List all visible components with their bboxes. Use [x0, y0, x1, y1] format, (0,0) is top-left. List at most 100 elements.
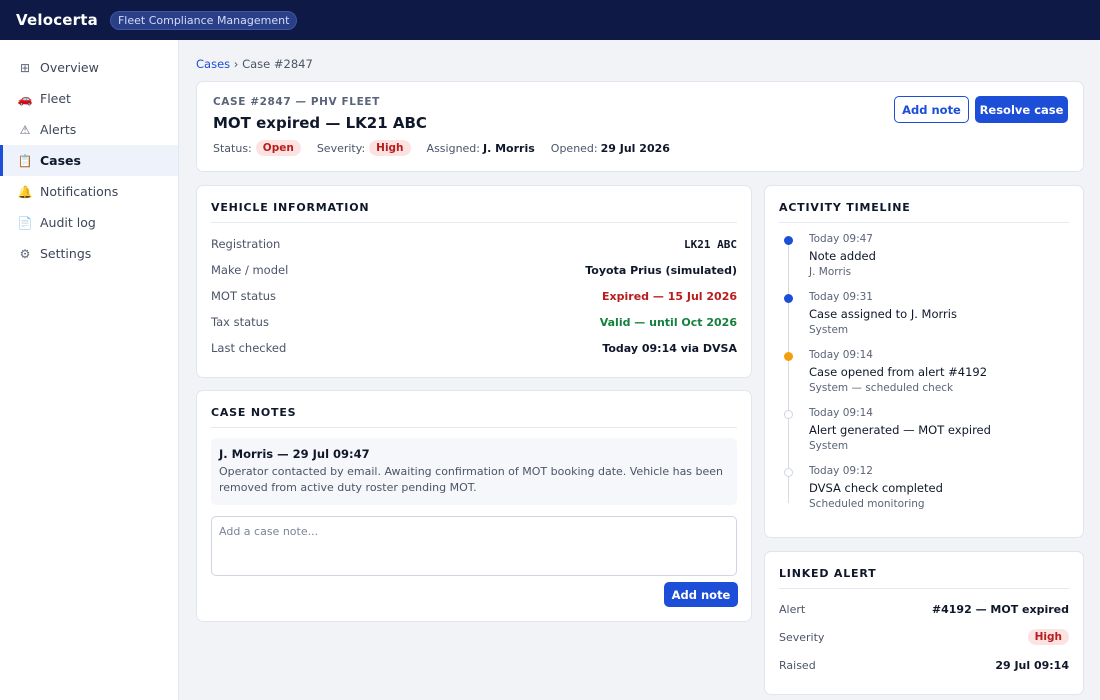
activity-timeline-title: ACTIVITY TIMELINE: [779, 201, 1069, 223]
vehicle-row-registration: Registration LK21 ABC: [211, 231, 737, 257]
timeline-dot-icon: [784, 352, 793, 361]
vehicle-row-label: Tax status: [211, 315, 269, 329]
linked-alert-row: Alert #4192 — MOT expired: [779, 595, 1069, 623]
timeline-dot-icon: [784, 468, 793, 477]
timeline-dot-icon: [784, 410, 793, 419]
timeline-title: Alert generated — MOT expired: [809, 423, 991, 437]
timeline-dot-icon: [784, 294, 793, 303]
timeline-dot-icon: [784, 236, 793, 245]
severity-label: Severity:: [316, 141, 366, 155]
car-icon: 🚗: [17, 91, 33, 106]
add-note-header-button[interactable]: Add note: [894, 96, 969, 123]
linked-raised-label: Raised: [779, 658, 816, 672]
bell-icon: 🔔: [17, 184, 33, 199]
sidebar-item-label: Settings: [40, 246, 92, 261]
gear-icon: ⚙: [19, 246, 31, 261]
sidebar-item-label: Fleet: [40, 91, 71, 106]
sidebar: ⊞ Overview 🚗 Fleet ⚠ Alerts 📋 Cases 🔔 No…: [0, 40, 179, 700]
linked-raised-value: 29 Jul 09:14: [995, 658, 1069, 672]
timeline-subtitle: J. Morris: [809, 266, 852, 278]
opened-value: 29 Jul 2026: [600, 141, 670, 155]
sidebar-item-label: Cases: [40, 153, 81, 168]
case-note-input[interactable]: [211, 516, 737, 576]
status-label: Status:: [213, 141, 252, 155]
warning-icon: ⚠: [19, 122, 31, 137]
timeline-title: Note added: [809, 249, 876, 263]
registration-value: LK21 ABC: [684, 237, 737, 251]
product-badge: Fleet Compliance Management: [109, 10, 298, 30]
vehicle-row-label: Make / model: [211, 263, 289, 277]
timeline-time: Today 09:31: [809, 291, 873, 303]
sidebar-item-label: Notifications: [40, 184, 119, 199]
sidebar-item-notifications[interactable]: 🔔 Notifications: [0, 176, 178, 207]
vehicle-row-last-checked: Last checked Today 09:14 via DVSA: [211, 335, 737, 361]
linked-raised-row: Raised 29 Jul 09:14: [779, 651, 1069, 679]
assigned-value: J. Morris: [483, 141, 535, 155]
tax-status-value: Valid — until Oct 2026: [599, 315, 737, 329]
breadcrumb: Cases › Case #2847: [196, 57, 313, 71]
severity-badge: High: [369, 140, 411, 156]
timeline-event: Today 09:31 Case assigned to J. Morris S…: [779, 291, 1069, 349]
linked-severity-badge: High: [1027, 629, 1069, 645]
vehicle-row-mot-status: MOT status Expired — 15 Jul 2026: [211, 283, 737, 309]
grid-icon: ⊞: [19, 60, 31, 75]
timeline-title: Case assigned to J. Morris: [809, 307, 957, 321]
case-header-card: CASE #2847 — PHV FLEET MOT expired — LK2…: [196, 81, 1084, 172]
note-header: J. Morris — 29 Jul 09:47: [219, 447, 370, 461]
mot-status-value: Expired — 15 Jul 2026: [602, 289, 737, 303]
timeline-time: Today 09:14: [809, 407, 873, 419]
sidebar-item-cases[interactable]: 📋 Cases: [0, 145, 178, 176]
sidebar-item-fleet[interactable]: 🚗 Fleet: [0, 83, 178, 114]
case-meta-row: Status: Open Severity: High Assigned: J.…: [213, 140, 1067, 156]
assigned-label: Assigned:: [426, 141, 480, 155]
vehicle-row-label: Registration: [211, 237, 281, 251]
sidebar-item-label: Audit log: [40, 215, 96, 230]
last-checked-value: Today 09:14 via DVSA: [602, 341, 737, 355]
timeline-time: Today 09:12: [809, 465, 873, 477]
top-bar: Velocerta Fleet Compliance Management: [0, 0, 1100, 40]
app-name: Velocerta: [16, 11, 98, 29]
timeline-event: Today 09:12 DVSA check completed Schedul…: [779, 465, 1069, 523]
case-notes-title: CASE NOTES: [211, 406, 737, 428]
clipboard-icon: 📋: [17, 153, 33, 168]
linked-alert-title: LINKED ALERT: [779, 567, 1069, 589]
document-icon: 📄: [17, 215, 33, 230]
vehicle-row-make-model: Make / model Toyota Prius (simulated): [211, 257, 737, 283]
vehicle-row-label: Last checked: [211, 341, 287, 355]
linked-alert-value[interactable]: #4192 — MOT expired: [932, 603, 1069, 616]
timeline-list: Today 09:47 Note added J. Morris Today 0…: [779, 233, 1069, 523]
vehicle-row-tax-status: Tax status Valid — until Oct 2026: [211, 309, 737, 335]
sidebar-item-settings[interactable]: ⚙ Settings: [0, 238, 178, 269]
vehicle-row-label: MOT status: [211, 289, 276, 303]
linked-severity-row: Severity High: [779, 623, 1069, 651]
case-notes-card: CASE NOTES J. Morris — 29 Jul 09:47 Oper…: [196, 390, 752, 622]
sidebar-item-alerts[interactable]: ⚠ Alerts: [0, 114, 178, 145]
timeline-subtitle: Scheduled monitoring: [809, 498, 925, 510]
vehicle-information-title: VEHICLE INFORMATION: [211, 201, 737, 223]
breadcrumb-current: Case #2847: [242, 57, 313, 71]
timeline-subtitle: System — scheduled check: [809, 382, 954, 394]
timeline-subtitle: System: [809, 324, 849, 336]
timeline-event: Today 09:14 Case opened from alert #4192…: [779, 349, 1069, 407]
timeline-event: Today 09:14 Alert generated — MOT expire…: [779, 407, 1069, 465]
sidebar-item-label: Alerts: [40, 122, 77, 137]
timeline-time: Today 09:14: [809, 349, 873, 361]
activity-timeline-card: ACTIVITY TIMELINE Today 09:47 Note added…: [764, 185, 1084, 538]
timeline-subtitle: System: [809, 440, 849, 452]
breadcrumb-separator: ›: [233, 57, 239, 71]
note-body: Operator contacted by email. Awaiting co…: [219, 465, 724, 494]
status-badge: Open: [255, 140, 301, 156]
linked-alert-label: Alert: [779, 602, 806, 616]
sidebar-item-audit-log[interactable]: 📄 Audit log: [0, 207, 178, 238]
breadcrumb-cases-link[interactable]: Cases: [196, 57, 230, 71]
resolve-case-button[interactable]: Resolve case: [975, 96, 1068, 123]
note-item: J. Morris — 29 Jul 09:47 Operator contac…: [211, 438, 737, 505]
timeline-time: Today 09:47: [809, 233, 873, 245]
linked-alert-card: LINKED ALERT Alert #4192 — MOT expired S…: [764, 551, 1084, 695]
add-note-button[interactable]: Add note: [664, 582, 738, 607]
timeline-title: DVSA check completed: [809, 481, 943, 495]
sidebar-item-overview[interactable]: ⊞ Overview: [0, 52, 178, 83]
timeline-event: Today 09:47 Note added J. Morris: [779, 233, 1069, 291]
vehicle-information-card: VEHICLE INFORMATION Registration LK21 AB…: [196, 185, 752, 378]
opened-label: Opened:: [550, 141, 598, 155]
